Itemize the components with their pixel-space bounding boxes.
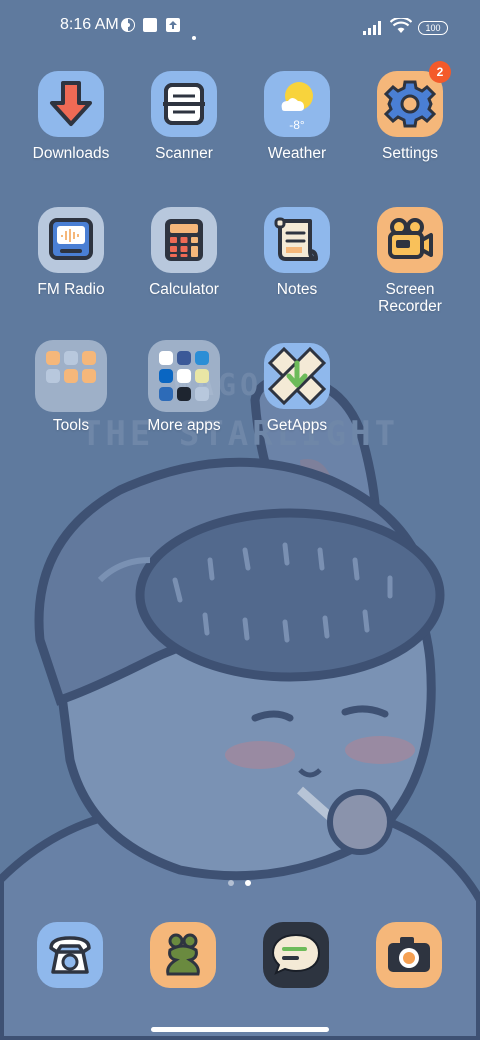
app-label: Weather: [267, 145, 327, 162]
mini-app-icon: [46, 351, 60, 365]
dock-camera[interactable]: [376, 922, 442, 988]
app-getapps[interactable]: GetApps: [241, 343, 353, 434]
app-settings[interactable]: 2 Settings: [354, 61, 466, 162]
scanner-icon: [151, 71, 217, 137]
gear-icon: 2: [377, 61, 451, 137]
mini-app-icon: [177, 387, 191, 401]
dot-icon: [192, 25, 196, 44]
phone-icon: [49, 936, 91, 974]
notification-badge: 2: [429, 61, 451, 83]
app-label: GetApps: [266, 417, 328, 434]
app-scanner[interactable]: Scanner: [128, 71, 240, 162]
notification-square-icon: [142, 17, 158, 37]
mini-app-icon: [177, 351, 191, 365]
folder-icon: [35, 340, 107, 412]
app-notes[interactable]: Notes: [241, 207, 353, 298]
weather-sun-cloud-icon: -8°: [264, 71, 330, 137]
frog-icon: [166, 933, 200, 976]
wifi-icon: [389, 16, 413, 38]
dock-frog-app[interactable]: [150, 922, 216, 988]
status-bar: 8:16 AM 100: [0, 0, 480, 56]
camcorder-icon: [377, 207, 443, 273]
mini-app-icon: [177, 369, 191, 383]
app-weather[interactable]: -8° Weather: [241, 71, 353, 162]
download-arrow-icon: [38, 71, 104, 137]
app-fm-radio[interactable]: FM Radio: [15, 207, 127, 298]
weather-temp: -8°: [289, 118, 305, 132]
app-label: Calculator: [149, 281, 219, 298]
page-indicator-dot-active[interactable]: [245, 880, 251, 886]
signal-icon: [363, 20, 385, 39]
home-indicator[interactable]: [151, 1027, 329, 1032]
dock-messages[interactable]: [263, 922, 329, 988]
app-downloads[interactable]: Downloads: [15, 71, 127, 162]
mini-app-icon: [195, 369, 209, 383]
folder-tools[interactable]: Tools: [15, 340, 127, 434]
mini-app-icon: [82, 369, 96, 383]
mini-app-icon: [195, 387, 209, 401]
app-label: Scanner: [155, 145, 213, 162]
mini-app-icon: [82, 351, 96, 365]
mini-app-icon: [64, 369, 78, 383]
mini-app-icon: [159, 351, 173, 365]
getapps-icon: [264, 343, 330, 409]
chat-bubble-icon: [271, 933, 321, 975]
app-calculator[interactable]: Calculator: [128, 207, 240, 298]
app-label: Tools: [52, 417, 90, 434]
mini-app-icon: [64, 351, 78, 365]
status-time: 8:16 AM: [60, 16, 119, 33]
app-label: FM Radio: [37, 281, 105, 298]
app-label: More apps: [147, 417, 221, 434]
camera-icon: [388, 937, 430, 972]
battery-icon: 100: [418, 21, 448, 35]
app-label: Screen Recorder: [378, 281, 442, 315]
dock-phone[interactable]: [37, 922, 103, 988]
mini-app-icon: [195, 351, 209, 365]
app-label: Downloads: [32, 145, 110, 162]
mini-app-icon: [46, 369, 60, 383]
app-screen-recorder[interactable]: Screen Recorder: [354, 207, 466, 315]
folder-icon: [148, 340, 220, 412]
mini-app-icon: [159, 387, 173, 401]
upload-icon: [165, 17, 181, 37]
mini-app-icon: [159, 369, 173, 383]
app-label: Notes: [276, 281, 318, 298]
folder-more-apps[interactable]: More apps: [128, 340, 240, 434]
notes-scroll-icon: [264, 207, 330, 273]
screen-record-icon: [120, 17, 136, 37]
page-indicator-dot[interactable]: [228, 880, 234, 886]
calculator-icon: [151, 207, 217, 273]
app-label: Settings: [381, 145, 438, 162]
radio-icon: [38, 207, 104, 273]
